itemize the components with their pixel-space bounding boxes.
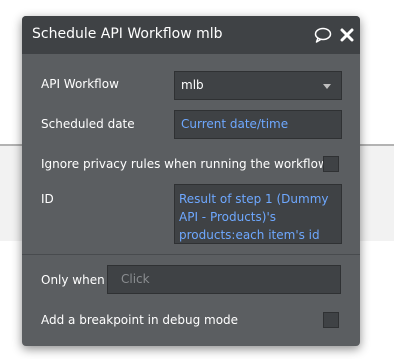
chevron-down-icon xyxy=(323,84,331,89)
scheduled-date-field[interactable]: Current date/time xyxy=(174,110,342,139)
panel-title: Schedule API Workflow mlb xyxy=(32,26,223,42)
api-workflow-label: API Workflow xyxy=(41,77,119,91)
breakpoint-label: Add a breakpoint in debug mode xyxy=(41,313,239,327)
scheduled-date-value: Current date/time xyxy=(181,117,289,131)
id-field[interactable]: Result of step 1 (Dummy API - Products)'… xyxy=(174,184,342,244)
ignore-privacy-checkbox[interactable] xyxy=(323,156,339,172)
only-when-label: Only when xyxy=(41,273,105,287)
ignore-privacy-label: Ignore privacy rules when running the wo… xyxy=(41,157,328,171)
comment-icon[interactable] xyxy=(314,27,332,43)
id-label: ID xyxy=(41,192,54,206)
only-when-placeholder: Click xyxy=(121,272,150,286)
section-divider xyxy=(22,254,360,255)
api-workflow-value: mlb xyxy=(181,78,204,92)
only-when-field[interactable]: Click xyxy=(107,265,341,294)
scheduled-date-label: Scheduled date xyxy=(41,117,135,131)
schedule-api-workflow-panel: Schedule API Workflow mlb API Workflow m… xyxy=(22,16,360,346)
breakpoint-checkbox[interactable] xyxy=(323,312,339,328)
panel-header: Schedule API Workflow mlb xyxy=(22,16,360,54)
close-icon[interactable] xyxy=(340,27,354,43)
id-value: Result of step 1 (Dummy API - Products)'… xyxy=(179,192,329,242)
api-workflow-dropdown[interactable]: mlb xyxy=(174,71,342,100)
